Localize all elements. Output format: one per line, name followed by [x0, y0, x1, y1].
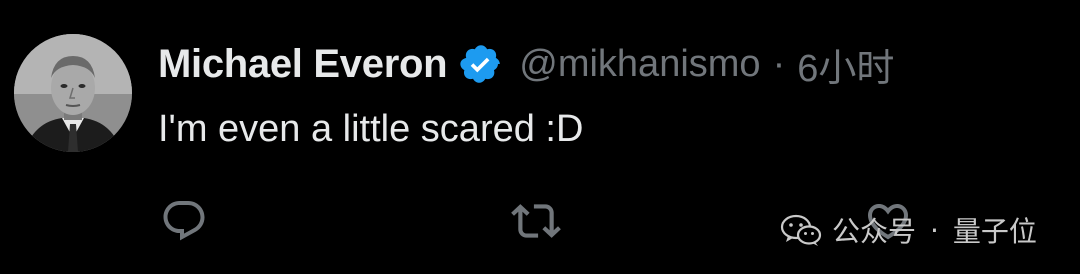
retweet-icon — [511, 204, 561, 238]
watermark-separator: · — [930, 213, 939, 247]
avatar-photo — [14, 34, 132, 152]
tweet-timestamp[interactable]: 6小时 — [797, 37, 894, 92]
avatar[interactable] — [14, 34, 132, 152]
header-separator: · — [772, 42, 786, 85]
watermark: 公众号 · 量子位 — [780, 210, 1037, 250]
retweet-button[interactable] — [510, 195, 562, 247]
reply-button[interactable] — [158, 195, 210, 247]
wechat-icon — [780, 214, 822, 246]
tweet-header: Michael Everon @mikhanismo · 6小时 — [158, 38, 894, 90]
author-handle[interactable]: @mikhanismo — [519, 43, 760, 86]
reply-icon — [163, 201, 205, 241]
watermark-name: 量子位 — [952, 215, 1037, 248]
verified-badge-icon — [460, 45, 501, 83]
tweet-text: I'm even a little scared :D — [158, 108, 584, 150]
tweet: Michael Everon @mikhanismo · 6小时 I'm eve… — [0, 0, 1080, 274]
author-name[interactable]: Michael Everon — [158, 42, 448, 87]
watermark-label: 公众号 — [832, 215, 917, 248]
